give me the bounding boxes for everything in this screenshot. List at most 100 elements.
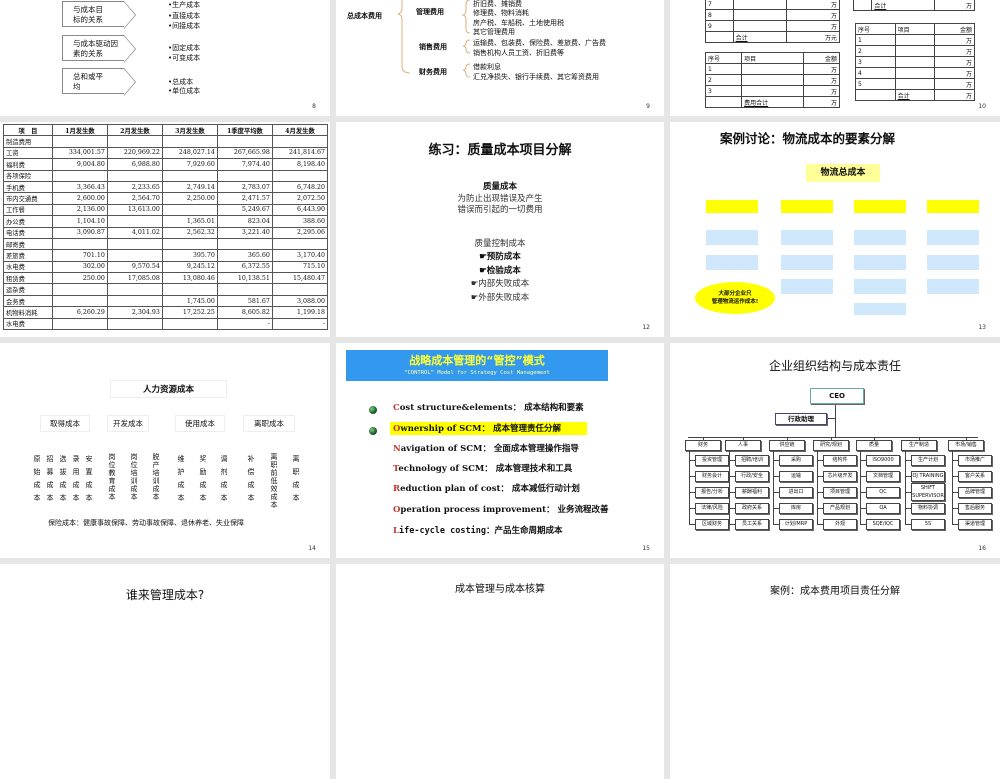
slide-thumbnail-11[interactable]: 项 目 1月发生数 2月发生数 3月发生数 1季度平均数 4月发生数 制造费用 工资 334,0…: [0, 122, 330, 337]
table-cell: [271, 135, 329, 148]
unit-box: ISO9000: [866, 455, 900, 466]
unit-box: 客户关系: [958, 471, 992, 482]
department-box: 市场/销售: [948, 440, 984, 451]
amount-table: 序号 项目 金额 1 万 2 万 3 万 4 万 5 万合计万: [855, 23, 975, 101]
element-box: [781, 255, 833, 270]
table-cell: 万: [934, 56, 975, 68]
table-cell: 合计: [871, 0, 935, 11]
bullet: •可变成本: [168, 54, 201, 62]
table-cell: 金额: [934, 23, 975, 35]
box-label: 与成本驱动因: [73, 39, 118, 48]
table-row: 水电费 302.00 9,570.54 9,245.12 6,372.55 715.10: [3, 260, 329, 274]
department-spine: [689, 450, 690, 524]
table-row: 机物料消耗 6,260.29 2,304.93 17,252.25 8,605.82 1,…: [3, 306, 329, 319]
unit-box: 区域财务: [695, 519, 729, 530]
table-cell: 388.60: [271, 215, 329, 228]
slide-thumbnail-18[interactable]: 成本管理与成本核算: [336, 564, 664, 779]
box-label: 总和或平: [73, 72, 103, 81]
table-cell: 365.60: [216, 249, 273, 262]
unit-box: 渠道管理: [958, 519, 992, 530]
table-cell: 9,245.12: [161, 260, 218, 274]
slide-title: 案例讨论：物流成本的要素分解: [720, 131, 896, 146]
callout-ellipse: 大部分企业只 管理物流运作成本!: [695, 282, 775, 314]
control-item: Navigation of SCM： 全面成本管理操作指导: [393, 442, 579, 454]
item: ☛内部失败成本: [470, 279, 530, 289]
table-cell: 2月发生数: [106, 123, 163, 137]
table-cell: [271, 169, 329, 182]
group-items: 借款利息 汇兑净损失、银行手续费、其它筹资费用: [473, 63, 599, 82]
unit-box: 行政/安全: [735, 471, 769, 482]
table-cell: 运杂费: [3, 283, 53, 296]
table-cell: [161, 203, 218, 217]
table-cell: 万元: [785, 31, 841, 43]
slide-thumbnail-9[interactable]: 总成本费用 管理费用 折旧费、摊销费 修理费、物料消耗 房产税、车船税、土地使用税其…: [336, 0, 664, 116]
slide-thumbnail-15[interactable]: 战略成本管理的“管控”模式 “CONTROL” Model for Strate…: [336, 343, 664, 558]
table-row: 会务费 1,745.00 581.67 3,088.00: [3, 294, 329, 308]
table-cell: 13,613.00: [106, 203, 163, 217]
item: 房产税、车船税、土地使用税: [473, 18, 564, 27]
slide-thumbnail-13[interactable]: 案例讨论：物流成本的要素分解 物流总成本 大部分企业只 管理物流运作成本! 13: [670, 122, 1000, 337]
table-cell: 7,974.40: [216, 158, 273, 171]
slide-number: 16: [978, 545, 986, 552]
banner-subtitle: “CONTROL” Model for Strategy Cost Manage…: [404, 370, 550, 376]
table-cell: [106, 169, 163, 182]
group-label: 销售费用: [419, 43, 447, 51]
item-text: wnership of SCM： 成本管理责任分解: [400, 424, 561, 434]
element-box: [927, 279, 979, 294]
table-cell: 13,080.46: [161, 272, 218, 285]
table-cell: 4,011.02: [106, 226, 163, 239]
table-cell: [741, 85, 804, 97]
element-box: [781, 279, 833, 294]
table-cell: [161, 283, 218, 296]
table-cell: [704, 96, 743, 108]
table-cell: 241,814.67: [271, 146, 329, 160]
slide-thumbnail-16[interactable]: 企业组织结构与成本责任 CEO 行政助理 财务 投资管理 财务会计 报告/分析 法律/风…: [670, 343, 1000, 558]
table-cell: -: [216, 317, 273, 331]
table-cell: 邮寄费: [3, 237, 53, 251]
root-label: 总成本费用: [347, 12, 382, 20]
cost-item: 岗位培训成本: [130, 453, 138, 501]
table-cell: 248,027.14: [161, 146, 218, 160]
table-cell: [741, 74, 804, 86]
header-banner: 战略成本管理的“管控”模式 “CONTROL” Model for Strate…: [346, 350, 608, 381]
table-cell: 会务费: [3, 294, 53, 308]
unit-box: 薪酬福利: [735, 487, 769, 498]
department-box: 人事: [725, 440, 761, 451]
element-box: [854, 230, 906, 245]
unit-box: 结构件: [823, 455, 857, 466]
table-row: 租赁费 250.00 17,085.08 13,080.46 10,138.51 15,4…: [3, 272, 329, 285]
slide-number: 12: [642, 324, 650, 331]
table-row: 1万: [704, 63, 841, 75]
cost-item: 补偿成本: [247, 455, 255, 502]
slide-thumbnail-8[interactable]: •生产成本 与成本目 标的关系 •直接成本 •间接成本 与成本驱动因 素的关系 •固…: [0, 0, 330, 116]
table-cell: [894, 67, 936, 79]
title-box: 人力资源成本: [110, 380, 227, 398]
item: ☛外部失败成本: [470, 292, 530, 303]
element-box: [854, 303, 906, 315]
unit-box: 计划/MRP: [779, 519, 813, 530]
unit-box: 芯片级开发: [823, 471, 857, 482]
table-cell: 万: [802, 63, 841, 75]
table-cell: 4: [855, 67, 896, 79]
unit-box: 文档管理: [866, 471, 900, 482]
globe-bullet-icon: [369, 406, 377, 414]
slide-thumbnail-10[interactable]: 7 万 8 万 9 万合计 万元 序号 项目 金额 1 万 2 万 3 万费用合计万 合计万 序号 项目 金额 1…: [670, 0, 1000, 116]
description: 为防止出现错误及产生: [457, 193, 543, 204]
table-cell: 6,372.55: [216, 260, 273, 274]
table-cell: [51, 237, 108, 251]
table-cell: 395.70: [161, 249, 218, 262]
table-cell: 17,085.08: [106, 272, 163, 285]
slide-thumbnail-14[interactable]: 人力资源成本 取得成本 原始成本 招募成本 选拔成本 录用成本 安置成本 开发成本 岗位教育成…: [0, 343, 330, 558]
slide-thumbnail-12[interactable]: 练习：质量成本项目分解 质量成本 为防止出现错误及产生 错误而引起的一切费用 质…: [336, 122, 664, 337]
group-label: 管理费用: [416, 8, 444, 16]
table-row: 2万: [704, 74, 841, 86]
table-cell: 万: [934, 67, 975, 79]
slide-thumbnail-17[interactable]: 谁来管理成本?: [0, 564, 330, 779]
item: 其它管理费用: [473, 28, 515, 37]
table-cell: 万: [785, 0, 841, 10]
table-row: 邮寄费: [3, 237, 329, 251]
slide-thumbnail-19[interactable]: 案例：成本费用项目责任分解: [670, 564, 1000, 779]
table-row: 7万: [705, 0, 841, 10]
table-row: 市内交通费 2,600.00 2,564.70 2,250.00 2,471.57 2,0…: [3, 192, 329, 205]
bullet: •直接成本: [168, 12, 201, 20]
